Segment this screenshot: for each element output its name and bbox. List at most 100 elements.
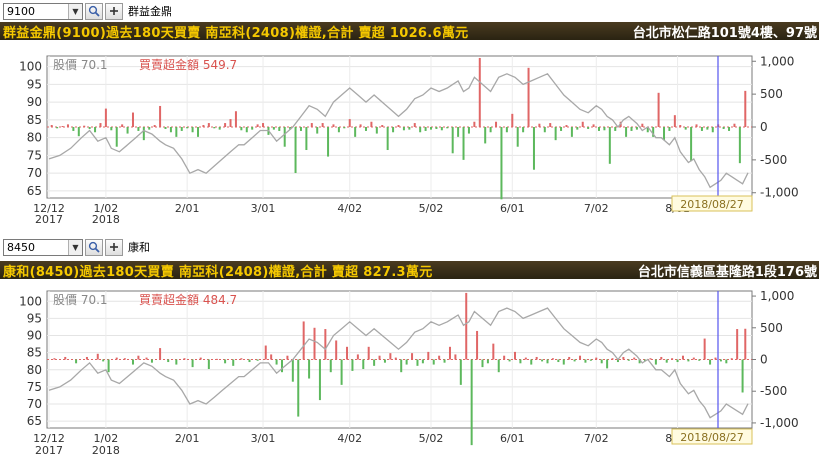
sell-bar: [589, 359, 592, 361]
sell-bar: [337, 127, 340, 133]
buy-bar: [476, 330, 479, 360]
broker-address: 台北市松仁路101號4樓、97號: [632, 25, 817, 41]
buy-bar: [495, 121, 498, 127]
buy-bar: [50, 125, 53, 127]
sell-bar: [497, 359, 500, 373]
sell-bar: [486, 359, 489, 364]
buy-bar: [378, 355, 381, 360]
sell-bar: [554, 127, 557, 141]
buy-bar: [465, 292, 468, 360]
sell-bar: [281, 359, 283, 373]
sell-bar: [451, 127, 454, 154]
x-axis-year-label: 2017: [35, 213, 63, 226]
buy-bar: [153, 125, 156, 127]
buy-bar: [565, 125, 568, 127]
x-axis-tick-label: 6/01: [500, 432, 525, 445]
buy-bar: [335, 340, 338, 360]
sell-bar: [327, 127, 330, 157]
sell-bar: [676, 359, 679, 363]
buy-bar: [359, 124, 362, 127]
buy-bar: [611, 358, 614, 360]
buy-bar: [551, 358, 554, 360]
broker-code-combobox[interactable]: ▼: [3, 238, 83, 256]
buy-bar: [438, 355, 441, 360]
sell-bar: [440, 127, 443, 131]
buy-bar: [673, 115, 676, 127]
broker-name: 康和: [128, 241, 150, 254]
sell-bar: [532, 127, 535, 170]
chevron-down-icon[interactable]: ▼: [68, 239, 82, 255]
x-axis-year-label: 2017: [35, 444, 63, 457]
x-axis-year-label: 2018: [92, 444, 120, 457]
x-axis-tick-label: 4/02: [337, 432, 362, 445]
sell-bar: [283, 127, 286, 147]
buy-bar: [332, 124, 335, 127]
sell-bar: [481, 359, 484, 368]
sell-bar: [218, 127, 221, 130]
sell-bar: [75, 359, 78, 364]
buy-bar: [137, 355, 140, 360]
sell-bar: [164, 127, 167, 129]
buy-bar: [321, 123, 324, 127]
sell-bar: [88, 127, 91, 129]
buy-bar: [657, 92, 660, 127]
sell-bar: [175, 127, 178, 137]
broker-code-combobox[interactable]: ▼: [3, 2, 83, 20]
sell-bar: [148, 127, 151, 130]
buy-bar: [538, 123, 541, 127]
sell-bar: [668, 127, 671, 131]
sell-bar: [435, 127, 438, 129]
buy-bar: [99, 123, 102, 127]
right-axis-tick-label: -500: [760, 153, 787, 167]
sell-bar: [430, 127, 433, 130]
buy-bar: [503, 355, 506, 360]
broker-code-input[interactable]: [4, 3, 68, 19]
buy-bar: [514, 351, 516, 360]
sell-bar: [625, 127, 628, 137]
sell-bar: [541, 359, 544, 362]
sell-bar: [600, 359, 603, 364]
buy-bar: [549, 123, 552, 127]
buy-bar: [131, 112, 134, 127]
sell-bar: [351, 359, 354, 371]
buy-bar: [202, 125, 205, 127]
plus-icon[interactable]: [105, 2, 123, 20]
sell-bar: [197, 127, 200, 137]
buy-bar: [229, 119, 232, 127]
buy-bar: [348, 119, 351, 127]
left-axis-tick-label: 70: [27, 397, 42, 411]
buy-bar: [736, 329, 739, 360]
right-axis-tick-label: 1,000: [760, 289, 794, 303]
chevron-down-icon[interactable]: ▼: [68, 3, 82, 19]
buy-bar: [64, 356, 67, 360]
summary-text: 康和(8450)過去180天買賣 南亞科(2408)權證,合計 賣超 827.3…: [3, 264, 433, 280]
buy-bar: [264, 345, 267, 360]
broker-code-input[interactable]: [4, 239, 68, 255]
sell-bar: [392, 127, 395, 133]
sell-bar: [738, 127, 741, 164]
magnifier-icon[interactable]: [85, 238, 103, 256]
buy-bar: [633, 357, 636, 360]
sell-bar: [386, 127, 389, 151]
broker-address: 台北市信義區基隆路1段176號: [637, 264, 817, 280]
sell-bar: [94, 127, 97, 133]
right-axis-tick-label: -500: [760, 384, 787, 398]
sell-bar: [416, 359, 419, 366]
sell-bar: [606, 359, 609, 369]
sell-bar: [522, 127, 525, 133]
buy-bar: [389, 353, 392, 360]
magnifier-icon[interactable]: [85, 2, 103, 20]
plus-icon[interactable]: [105, 238, 123, 256]
sell-bar: [467, 127, 470, 134]
sell-bar: [462, 127, 465, 160]
buy-bar: [478, 57, 481, 127]
left-axis-tick-label: 80: [27, 363, 42, 377]
sell-bar: [484, 127, 487, 144]
sell-bar: [56, 127, 59, 129]
amount-legend-label: 買賣超金額 549.7: [139, 57, 237, 72]
right-axis-tick-label: 0: [760, 120, 768, 134]
sell-bar: [373, 359, 376, 366]
sell-bar: [256, 359, 259, 361]
buy-bar: [411, 353, 414, 360]
buy-bar: [397, 125, 400, 127]
